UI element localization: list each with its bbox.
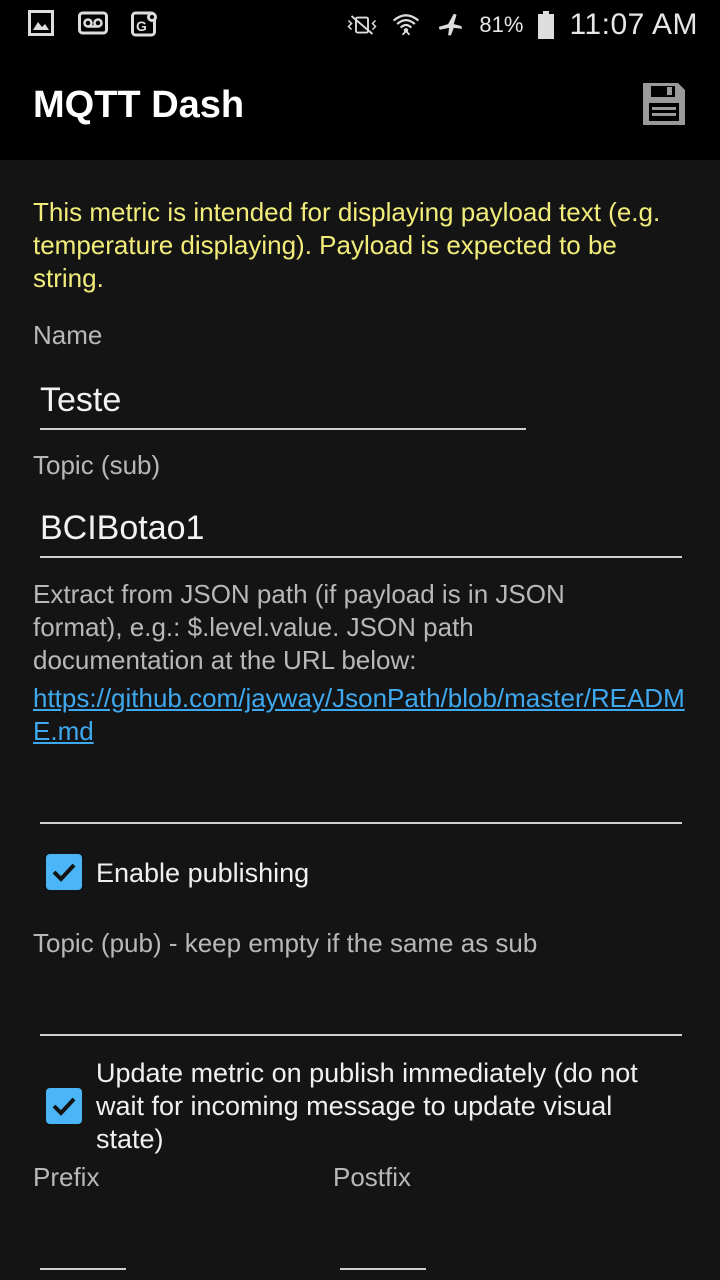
topic-sub-field[interactable]: BCIBotao1	[40, 488, 682, 558]
json-path-field[interactable]	[40, 756, 682, 824]
topic-sub-value: BCIBotao1	[40, 509, 205, 547]
app-title: MQTT Dash	[33, 84, 245, 126]
json-path-doc-link[interactable]: https://github.com/jayway/JsonPath/blob/…	[33, 682, 693, 748]
postfix-label: Postfix	[333, 1162, 412, 1192]
status-bar-notifications: G	[26, 8, 160, 38]
topic-pub-label: Topic (pub) - keep empty if the same as …	[33, 928, 538, 958]
enable-publishing-label[interactable]: Enable publishing	[96, 857, 309, 890]
check-icon	[52, 1097, 76, 1116]
update-metric-checkbox[interactable]	[46, 1088, 82, 1124]
svg-text:G: G	[136, 18, 147, 34]
check-icon	[52, 863, 76, 882]
status-bar-system: 81% 11:07 AM	[347, 6, 698, 44]
save-icon	[643, 83, 685, 125]
metric-info-text: This metric is intended for displaying p…	[33, 197, 661, 293]
name-field[interactable]: Teste	[40, 360, 526, 430]
voicemail-icon	[78, 8, 108, 38]
image-icon	[26, 8, 56, 38]
app-bar: MQTT Dash	[0, 50, 720, 160]
airplane-icon	[435, 10, 465, 40]
name-value: Teste	[40, 381, 122, 419]
prefix-label: Prefix	[33, 1162, 100, 1192]
name-label: Name	[33, 320, 103, 350]
json-path-help: Extract from JSON path (if payload is in…	[33, 579, 565, 675]
screen: G 81% 11:07 AM MQTT Dash This metric is …	[0, 0, 720, 1280]
postfix-field[interactable]	[340, 1204, 426, 1270]
update-metric-label[interactable]: Update metric on publish immediately (do…	[96, 1057, 686, 1156]
wifi-icon	[391, 10, 421, 40]
battery-percent: 81%	[479, 12, 524, 37]
clock: 11:07 AM	[569, 8, 698, 41]
save-button[interactable]	[640, 80, 688, 128]
metric-form: This metric is intended for displaying p…	[0, 160, 720, 1280]
enable-publishing-checkbox[interactable]	[46, 854, 82, 890]
prefix-field[interactable]	[40, 1204, 126, 1270]
vibrate-icon	[347, 10, 377, 40]
status-bar: G 81% 11:07 AM	[0, 0, 720, 50]
maps-icon: G	[130, 8, 160, 38]
battery-icon	[537, 10, 555, 40]
topic-sub-label: Topic (sub)	[33, 450, 161, 480]
topic-pub-field[interactable]	[40, 968, 682, 1036]
